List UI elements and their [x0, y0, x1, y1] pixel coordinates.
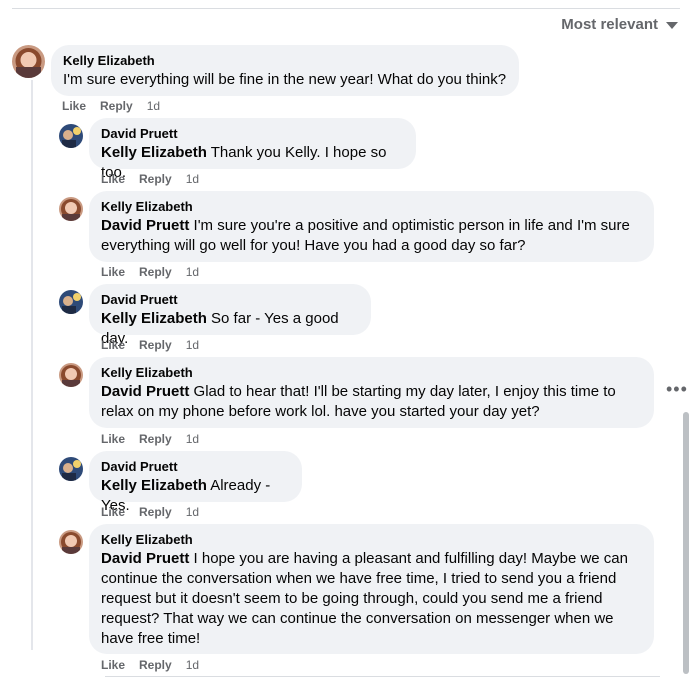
mention-link[interactable]: Kelly Elizabeth — [101, 144, 207, 161]
comment-author[interactable]: David Pruett — [101, 126, 404, 142]
avatar[interactable] — [59, 457, 83, 481]
comment-text: David Pruett Glad to hear that! I'll be … — [101, 382, 642, 422]
avatar[interactable] — [59, 363, 83, 387]
comment-bubble: David Pruett Kelly Elizabeth Already - Y… — [89, 451, 302, 514]
top-divider — [12, 8, 680, 9]
comment-text: I'm sure everything will be fine in the … — [63, 70, 507, 90]
reply-button[interactable]: Reply — [139, 505, 172, 519]
comment-author[interactable]: Kelly Elizabeth — [101, 532, 642, 548]
sort-label: Most relevant — [561, 15, 658, 33]
bottom-divider — [105, 676, 660, 677]
comment-actions: Like Reply 1d — [101, 338, 199, 352]
like-button[interactable]: Like — [101, 432, 125, 446]
avatar[interactable] — [59, 530, 83, 554]
avatar[interactable] — [59, 197, 83, 221]
comment-actions: Like Reply 1d — [62, 99, 160, 113]
reply-button[interactable]: Reply — [100, 99, 133, 113]
comment-timestamp[interactable]: 1d — [186, 658, 199, 672]
mention-link[interactable]: David Pruett — [101, 383, 189, 400]
reply-button[interactable]: Reply — [139, 658, 172, 672]
like-button[interactable]: Like — [101, 505, 125, 519]
scrollbar[interactable] — [683, 412, 689, 674]
sort-dropdown[interactable]: Most relevant — [561, 14, 678, 34]
mention-link[interactable]: David Pruett — [101, 217, 189, 234]
reply-button[interactable]: Reply — [139, 265, 172, 279]
comment-author[interactable]: Kelly Elizabeth — [63, 53, 507, 69]
comment-actions: Like Reply 1d — [101, 505, 199, 519]
comment-text: David Pruett I'm sure you're a positive … — [101, 216, 642, 256]
comment-actions: Like Reply 1d — [101, 432, 199, 446]
mention-link[interactable]: Kelly Elizabeth — [101, 310, 207, 327]
avatar[interactable] — [59, 124, 83, 148]
mention-link[interactable]: David Pruett — [101, 550, 189, 567]
reply-button[interactable]: Reply — [139, 338, 172, 352]
avatar[interactable] — [59, 290, 83, 314]
reply-button[interactable]: Reply — [139, 172, 172, 186]
comment-bubble: Kelly Elizabeth David Pruett I'm sure yo… — [89, 191, 654, 262]
comment-timestamp[interactable]: 1d — [186, 265, 199, 279]
comment-actions: Like Reply 1d — [101, 265, 199, 279]
comment-text: David Pruett I hope you are having a ple… — [101, 549, 642, 649]
like-button[interactable]: Like — [62, 99, 86, 113]
comment-author[interactable]: Kelly Elizabeth — [101, 365, 642, 381]
avatar[interactable] — [12, 45, 45, 78]
comment-text-content: I'm sure everything will be fine in the … — [63, 71, 507, 88]
comment-actions: Like Reply 1d — [101, 658, 199, 672]
like-button[interactable]: Like — [101, 172, 125, 186]
comment-actions: Like Reply 1d — [101, 172, 199, 186]
comment-bubble: David Pruett Kelly Elizabeth Thank you K… — [89, 118, 416, 181]
comment-bubble: David Pruett Kelly Elizabeth So far - Ye… — [89, 284, 371, 347]
comment-timestamp[interactable]: 1d — [147, 99, 160, 113]
thread-line — [31, 80, 33, 650]
comment-timestamp[interactable]: 1d — [186, 432, 199, 446]
comment-bubble: Kelly Elizabeth David Pruett I hope you … — [89, 524, 654, 654]
comment-bubble: Kelly Elizabeth David Pruett Glad to hea… — [89, 357, 654, 428]
like-button[interactable]: Like — [101, 265, 125, 279]
comment-timestamp[interactable]: 1d — [186, 505, 199, 519]
comment-bubble: Kelly Elizabeth I'm sure everything will… — [51, 45, 519, 96]
comment-author[interactable]: David Pruett — [101, 292, 359, 308]
comment-timestamp[interactable]: 1d — [186, 172, 199, 186]
comment-timestamp[interactable]: 1d — [186, 338, 199, 352]
reply-button[interactable]: Reply — [139, 432, 172, 446]
more-options-icon[interactable]: ••• — [666, 380, 688, 398]
comment-author[interactable]: David Pruett — [101, 459, 290, 475]
like-button[interactable]: Like — [101, 658, 125, 672]
mention-link[interactable]: Kelly Elizabeth — [101, 477, 207, 494]
caret-down-icon — [666, 21, 678, 29]
comment-author[interactable]: Kelly Elizabeth — [101, 199, 642, 215]
like-button[interactable]: Like — [101, 338, 125, 352]
